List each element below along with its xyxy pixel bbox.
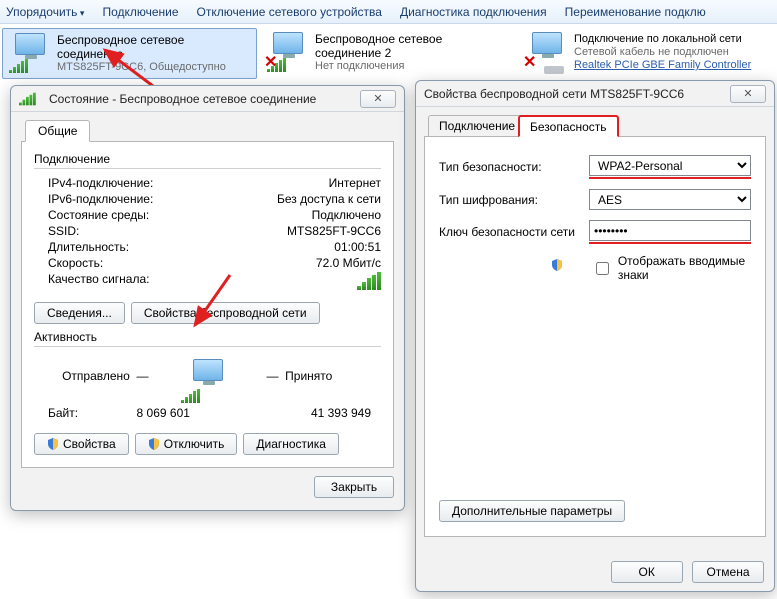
- ipv6-value: Без доступа к сети: [241, 192, 381, 206]
- tab-general[interactable]: Общие: [25, 120, 90, 142]
- status-dialog-title: Состояние - Беспроводное сетевое соедине…: [49, 92, 316, 106]
- shield-icon: [47, 438, 59, 450]
- ipv4-value: Интернет: [241, 176, 381, 190]
- toolbar-rename[interactable]: Переименование подклю: [565, 5, 706, 19]
- explorer-toolbar: Упорядочить Подключение Отключение сетев…: [0, 0, 777, 24]
- speed-value: 72.0 Мбит/с: [241, 256, 381, 270]
- connection-wireless-2[interactable]: ✕ Беспроводное сетевое соединение 2 Нет …: [261, 28, 516, 79]
- ssid-label: SSID:: [48, 224, 241, 238]
- tab-connection[interactable]: Подключение: [428, 115, 526, 137]
- wifi-icon: [9, 33, 51, 73]
- speed-label: Скорость:: [48, 256, 241, 270]
- activity-monitor-icon: [179, 353, 237, 403]
- signal-bars-icon: [357, 272, 381, 290]
- signal-label: Качество сигнала:: [48, 272, 241, 293]
- duration-label: Длительность:: [48, 240, 241, 254]
- shield-icon: [551, 259, 566, 277]
- show-characters-checkbox[interactable]: [596, 262, 609, 275]
- signal-value: [241, 272, 381, 293]
- recv-label: — Принято: [267, 353, 382, 403]
- show-characters-label: Отображать вводимые знаки: [618, 254, 751, 282]
- properties-dialog-close[interactable]: ✕: [730, 85, 766, 103]
- ok-button[interactable]: ОК: [611, 561, 683, 583]
- close-button[interactable]: Закрыть: [314, 476, 394, 498]
- conn1-line1: Беспроводное сетевое: [57, 33, 226, 47]
- ipv4-label: IPv4-подключение:: [48, 176, 241, 190]
- wifi-signal-icon: [19, 92, 36, 105]
- toolbar-diagnose[interactable]: Диагностика подключения: [400, 5, 547, 19]
- connection-lan[interactable]: ✕ Подключение по локальной сети Сетевой …: [520, 28, 775, 79]
- bytes-label: Байт:: [34, 406, 94, 420]
- lan-disconnected-icon: ✕: [526, 32, 568, 72]
- conn1-line2: соединение: [57, 47, 226, 61]
- properties-dialog-titlebar[interactable]: Свойства беспроводной сети MTS825FT-9CC6…: [416, 81, 774, 107]
- annotation-underline-2: [589, 242, 751, 244]
- diagnose-button[interactable]: Диагностика: [243, 433, 339, 455]
- tab-security[interactable]: Безопасность: [518, 115, 619, 137]
- media-label: Состояние среды:: [48, 208, 241, 222]
- details-button[interactable]: Сведения...: [34, 302, 125, 324]
- cancel-button[interactable]: Отмена: [692, 561, 764, 583]
- group-activity: Активность: [34, 330, 381, 344]
- ssid-value: MTS825FT-9CC6: [241, 224, 381, 238]
- group-connection: Подключение: [34, 152, 381, 166]
- encryption-select[interactable]: AES: [589, 189, 751, 210]
- properties-button[interactable]: Свойства: [34, 433, 129, 455]
- shield-icon: [148, 438, 160, 450]
- conn2-line2: соединение 2: [315, 46, 442, 60]
- conn2-line1: Беспроводное сетевое: [315, 32, 442, 46]
- annotation-underline-1: [589, 177, 751, 179]
- toolbar-organize[interactable]: Упорядочить: [6, 5, 84, 19]
- ipv6-label: IPv6-подключение:: [48, 192, 241, 206]
- status-tabs: Общие: [21, 120, 394, 142]
- advanced-button[interactable]: Дополнительные параметры: [439, 500, 625, 522]
- properties-dialog-title: Свойства беспроводной сети MTS825FT-9CC6: [424, 87, 684, 101]
- connections-list: Беспроводное сетевое соединение MTS825FT…: [0, 24, 777, 85]
- toolbar-connect[interactable]: Подключение: [102, 5, 178, 19]
- security-type-select[interactable]: WPA2-Personal: [589, 155, 751, 176]
- conn3-line1: Подключение по локальной сети: [574, 32, 751, 46]
- connection-wireless-1[interactable]: Беспроводное сетевое соединение MTS825FT…: [2, 28, 257, 79]
- wireless-properties-button[interactable]: Свойства беспроводной сети: [131, 302, 320, 324]
- security-type-label: Тип безопасности:: [439, 160, 589, 174]
- security-key-input[interactable]: [589, 220, 751, 241]
- conn1-sub: MTS825FT-9CC6, Общедоступно: [57, 61, 226, 74]
- conn3-line2: Сетевой кабель не подключен: [574, 46, 751, 59]
- bytes-recv: 41 393 949: [233, 406, 382, 420]
- encryption-label: Тип шифрования:: [439, 193, 589, 207]
- toolbar-disable-device[interactable]: Отключение сетевого устройства: [197, 5, 382, 19]
- properties-dialog: Свойства беспроводной сети MTS825FT-9CC6…: [415, 80, 775, 592]
- sent-label: Отправлено —: [34, 353, 149, 403]
- properties-tabs: Подключение Безопасность: [424, 113, 766, 137]
- bytes-sent: 8 069 601: [94, 406, 233, 420]
- status-dialog-titlebar[interactable]: Состояние - Беспроводное сетевое соедине…: [11, 86, 404, 112]
- conn2-sub: Нет подключения: [315, 60, 442, 73]
- security-key-label: Ключ безопасности сети: [439, 225, 589, 239]
- status-dialog: Состояние - Беспроводное сетевое соедине…: [10, 85, 405, 511]
- conn3-sub[interactable]: Realtek PCIe GBE Family Controller: [574, 59, 751, 72]
- media-value: Подключено: [241, 208, 381, 222]
- wifi-disconnected-icon: ✕: [267, 32, 309, 72]
- disable-button[interactable]: Отключить: [135, 433, 238, 455]
- status-dialog-close[interactable]: ✕: [360, 90, 396, 108]
- duration-value: 01:00:51: [241, 240, 381, 254]
